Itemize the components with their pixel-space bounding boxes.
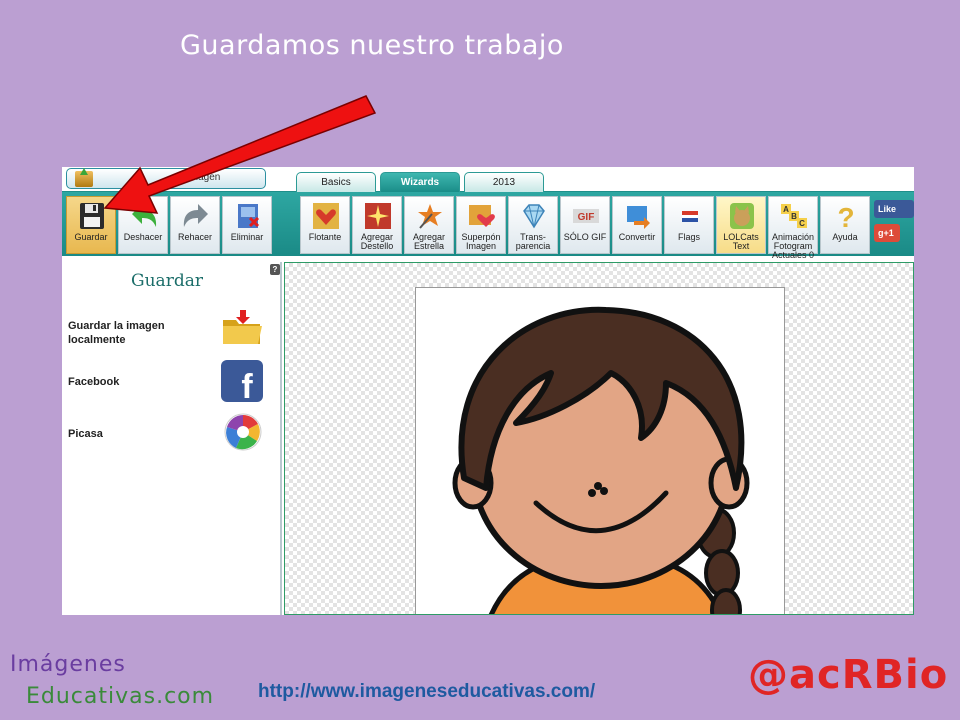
author-handle: @acRBio <box>748 652 949 698</box>
pointer-arrow <box>103 95 377 214</box>
logo-educativas: Educativas.com <box>26 684 215 709</box>
website-url[interactable]: http://www.imageneseducativas.com/ <box>258 681 595 703</box>
logo-imagenes: Imágenes <box>10 652 126 677</box>
